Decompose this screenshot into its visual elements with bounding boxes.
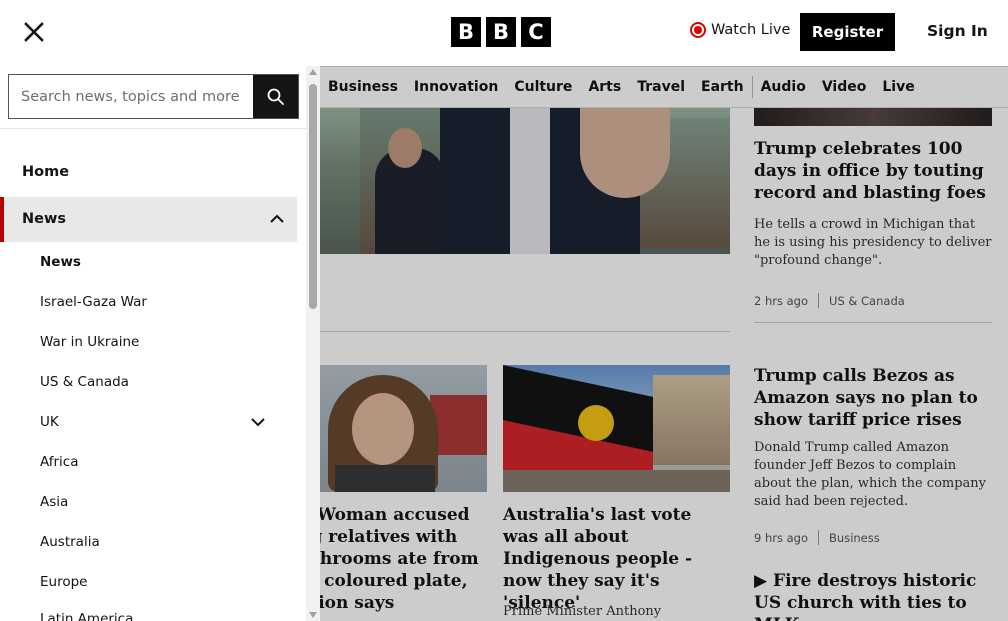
hero-image[interactable] bbox=[320, 108, 730, 254]
meta-divider bbox=[818, 530, 820, 545]
close-icon bbox=[24, 22, 44, 42]
sign-in-link[interactable]: Sign In bbox=[927, 22, 988, 40]
search-input[interactable] bbox=[9, 75, 253, 118]
submenu-item-europe[interactable]: Europe bbox=[40, 574, 280, 590]
meta-divider bbox=[818, 293, 820, 308]
chevron-down-icon[interactable] bbox=[250, 414, 266, 430]
submenu-item-australia[interactable]: Australia bbox=[40, 534, 280, 550]
submenu-item-israel-gaza-war[interactable]: Israel-Gaza War bbox=[40, 294, 280, 310]
close-menu-button[interactable] bbox=[18, 16, 50, 48]
register-button[interactable]: Register bbox=[800, 13, 895, 51]
story-headline-fire-text: Fire destroys historic US church with ti… bbox=[754, 571, 977, 621]
search-bar bbox=[8, 74, 299, 119]
nav-business[interactable]: Business bbox=[328, 79, 398, 95]
story-headline-fire[interactable]: ▶ Fire destroys historic US church with … bbox=[754, 570, 1004, 621]
watch-live-link[interactable]: Watch Live bbox=[690, 22, 790, 38]
nav-divider bbox=[751, 76, 753, 98]
story-summary-australia: Prime Minister Anthony bbox=[503, 604, 662, 619]
submenu-item-asia[interactable]: Asia bbox=[40, 494, 280, 510]
story-section[interactable]: Business bbox=[829, 531, 880, 545]
scroll-up-arrow-icon[interactable] bbox=[309, 69, 317, 75]
story-divider bbox=[754, 322, 992, 323]
menu-item-news-label: News bbox=[22, 211, 66, 227]
submenu-item-latin-america[interactable]: Latin America bbox=[40, 611, 280, 621]
nav-live[interactable]: Live bbox=[882, 79, 914, 95]
search-icon bbox=[267, 88, 284, 105]
menu-item-news[interactable]: News bbox=[0, 197, 297, 242]
logo-letter: B bbox=[451, 17, 481, 47]
logo-letter: B bbox=[486, 17, 516, 47]
story-image-strip[interactable] bbox=[754, 108, 992, 126]
watch-live-label: Watch Live bbox=[711, 22, 791, 38]
story-summary-bezos: Donald Trump called Amazon founder Jeff … bbox=[754, 440, 987, 509]
story-headline-australia[interactable]: Australia's last vote was all about Indi… bbox=[503, 504, 730, 614]
scroll-down-arrow-icon[interactable] bbox=[309, 612, 317, 618]
logo-letter: C bbox=[521, 17, 551, 47]
menu-item-home[interactable]: Home bbox=[0, 164, 297, 186]
video-play-icon: ▶ bbox=[754, 571, 773, 591]
story-section[interactable]: US & Canada bbox=[829, 294, 905, 308]
nav-earth[interactable]: Earth bbox=[701, 79, 744, 95]
side-menu: Home News News Israel-Gaza War War in Uk… bbox=[0, 66, 320, 621]
live-icon bbox=[690, 22, 706, 38]
submenu-item-africa[interactable]: Africa bbox=[40, 454, 280, 470]
nav-video[interactable]: Video bbox=[822, 79, 867, 95]
story-time: 9 hrs ago bbox=[754, 530, 809, 545]
scrollbar-thumb[interactable] bbox=[309, 84, 317, 309]
story-time: 2 hrs ago bbox=[754, 293, 809, 308]
chevron-up-icon[interactable] bbox=[269, 211, 285, 227]
submenu-item-uk-label: UK bbox=[40, 414, 59, 430]
submenu-item-us-canada[interactable]: US & Canada bbox=[40, 374, 280, 390]
nav-arts[interactable]: Arts bbox=[588, 79, 621, 95]
story-meta-trump-100: 2 hrs ago US & Canada bbox=[754, 293, 905, 308]
menu-scrollbar[interactable] bbox=[306, 66, 320, 621]
search-button[interactable] bbox=[253, 75, 298, 118]
nav-innovation[interactable]: Innovation bbox=[414, 79, 498, 95]
submenu-item-uk[interactable]: UK bbox=[40, 414, 280, 430]
story-headline-bezos[interactable]: Trump calls Bezos as Amazon says no plan… bbox=[754, 365, 994, 431]
submenu-item-news[interactable]: News bbox=[40, 254, 280, 270]
story-image-woman[interactable] bbox=[320, 365, 487, 492]
story-summary-trump-100: He tells a crowd in Michigan that he is … bbox=[754, 217, 992, 268]
nav-travel[interactable]: Travel bbox=[637, 79, 685, 95]
menu-divider bbox=[0, 128, 306, 129]
site-header: B B C Watch Live Register Sign In bbox=[0, 0, 1008, 66]
story-meta-bezos: 9 hrs ago Business bbox=[754, 530, 880, 545]
nav-audio[interactable]: Audio bbox=[761, 79, 806, 95]
nav-culture[interactable]: Culture bbox=[514, 79, 572, 95]
story-headline-woman[interactable]: E Woman accused ng relatives with ushroo… bbox=[298, 504, 498, 614]
story-image-flag[interactable] bbox=[503, 365, 730, 492]
submenu-item-war-in-ukraine[interactable]: War in Ukraine bbox=[40, 334, 280, 350]
section-divider bbox=[320, 331, 730, 332]
bbc-logo[interactable]: B B C bbox=[451, 17, 551, 47]
story-headline-trump-100[interactable]: Trump celebrates 100 days in office by t… bbox=[754, 138, 994, 204]
